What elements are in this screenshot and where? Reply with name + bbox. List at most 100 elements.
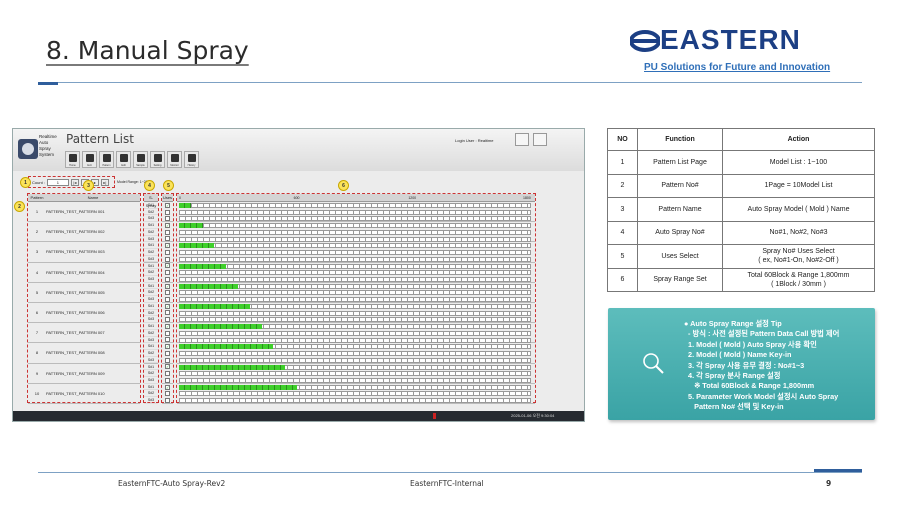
uses-checkbox[interactable] <box>165 357 170 363</box>
toolbar-history-button[interactable]: History <box>184 151 199 168</box>
uses-checkbox-cell: ✓ <box>162 242 173 249</box>
spray-range-track[interactable] <box>177 370 535 377</box>
slide-title: 8. Manual Spray <box>46 36 249 65</box>
spray-range-track[interactable] <box>177 310 535 317</box>
uses-checkbox-cell: ✓ <box>162 384 173 391</box>
uses-checkbox[interactable] <box>165 236 170 242</box>
spray-range-track[interactable] <box>177 364 535 371</box>
uses-checkbox[interactable] <box>165 371 170 377</box>
spray-label: S#3 <box>144 377 158 384</box>
uses-checkbox[interactable] <box>165 330 170 336</box>
uses-checkbox[interactable] <box>165 310 170 316</box>
uses-checkbox[interactable]: ✓ <box>165 263 170 269</box>
last-page-button[interactable]: ▸| <box>100 178 109 186</box>
spray-range-track[interactable] <box>177 390 535 397</box>
spray-range-track[interactable] <box>177 242 535 249</box>
toolbar-exit-button[interactable]: Exit <box>82 151 97 168</box>
spray-group: S#1 S#2 S#3 <box>144 343 158 364</box>
uses-checkbox[interactable] <box>165 296 170 302</box>
uses-checkbox[interactable]: ✓ <box>165 202 170 208</box>
range-track-bg <box>179 330 531 336</box>
uses-checkbox[interactable] <box>165 377 170 383</box>
toolbar-setting-button[interactable]: Setting <box>150 151 165 168</box>
key-icon[interactable] <box>533 133 547 146</box>
range-fill <box>179 203 191 208</box>
spray-range-track[interactable] <box>177 330 535 337</box>
spray-range-track[interactable] <box>177 323 535 330</box>
spray-range-track[interactable] <box>177 263 535 270</box>
toolbar-pattern-button[interactable]: Pattern <box>99 151 114 168</box>
function-table-cell: Spray No# Uses Select ( ex, No#1-On, No#… <box>722 244 875 269</box>
uses-checkbox[interactable] <box>165 256 170 262</box>
spray-range-track[interactable] <box>177 256 535 263</box>
uses-group: ✓ <box>162 384 173 404</box>
spray-range-track[interactable] <box>177 397 535 404</box>
spray-range-track[interactable] <box>177 236 535 243</box>
uses-checkbox[interactable] <box>165 391 170 397</box>
uses-checkbox[interactable]: ✓ <box>165 344 170 350</box>
spray-range-track[interactable] <box>177 303 535 310</box>
uses-checkbox[interactable]: ✓ <box>165 323 170 329</box>
table-row[interactable]: 2 PATTERN_TEST_PATTERN 002 <box>28 222 140 243</box>
spray-range-track[interactable] <box>177 249 535 256</box>
uses-checkbox[interactable] <box>165 270 170 276</box>
uses-checkbox[interactable]: ✓ <box>165 303 170 309</box>
uses-checkbox[interactable] <box>165 216 170 222</box>
toolbar-home-button[interactable]: Home <box>65 151 80 168</box>
table-row[interactable]: 1 PATTERN_TEST_PATTERN 001 <box>28 202 140 223</box>
toolbar-monitor-button[interactable]: Monitor <box>167 151 182 168</box>
range-group <box>177 303 535 324</box>
uses-checkbox[interactable] <box>165 337 170 343</box>
spray-range-track[interactable] <box>177 316 535 323</box>
uses-checkbox[interactable]: ✓ <box>165 384 170 390</box>
uses-checkbox[interactable] <box>165 249 170 255</box>
first-page-button[interactable]: |◂ <box>70 178 79 186</box>
toolbar-sample-button[interactable]: Sample <box>133 151 148 168</box>
uses-checkbox[interactable] <box>165 317 170 323</box>
spray-range-track[interactable] <box>177 384 535 391</box>
table-row[interactable]: 3 PATTERN_TEST_PATTERN 003 <box>28 242 140 263</box>
spray-range-track[interactable] <box>177 283 535 290</box>
spray-range-track[interactable] <box>177 337 535 344</box>
spray-range-track[interactable] <box>177 209 535 216</box>
uses-checkbox[interactable]: ✓ <box>165 283 170 289</box>
uses-checkbox[interactable] <box>165 290 170 296</box>
spray-range-track[interactable] <box>177 269 535 276</box>
table-row[interactable]: 9 PATTERN_TEST_PATTERN 009 <box>28 364 140 384</box>
spray-range-track[interactable] <box>177 377 535 384</box>
table-row[interactable]: 7 PATTERN_TEST_PATTERN 007 <box>28 323 140 344</box>
uses-checkbox[interactable]: ✓ <box>165 223 170 229</box>
spray-range-track[interactable] <box>177 343 535 350</box>
uses-checkbox[interactable] <box>165 397 170 403</box>
spray-label: S#2 <box>144 269 158 276</box>
spray-range-track[interactable] <box>177 350 535 357</box>
count-input[interactable]: 1 <box>46 178 69 186</box>
uses-checkbox[interactable]: ✓ <box>165 243 170 249</box>
tip-line: ● Auto Spray Range 설정 Tip <box>684 319 782 328</box>
table-row[interactable]: 4 PATTERN_TEST_PATTERN 004 <box>28 263 140 283</box>
spray-range-track[interactable] <box>177 296 535 303</box>
table-row[interactable]: 8 PATTERN_TEST_PATTERN 008 <box>28 343 140 364</box>
uses-checkbox[interactable] <box>165 350 170 356</box>
spray-range-track[interactable] <box>177 222 535 229</box>
range-track-bg <box>179 243 531 249</box>
table-row[interactable]: 6 PATTERN_TEST_PATTERN 006 <box>28 303 140 324</box>
spray-range-track[interactable] <box>177 229 535 236</box>
range-group <box>177 343 535 364</box>
spray-range-track[interactable] <box>177 202 535 209</box>
uses-checkbox[interactable] <box>165 229 170 235</box>
spray-range-track[interactable] <box>177 357 535 364</box>
spray-range-track[interactable] <box>177 215 535 222</box>
table-row[interactable]: 5 PATTERN_TEST_PATTERN 005 <box>28 283 140 303</box>
uses-checkbox[interactable] <box>165 209 170 215</box>
toolbar-edit-button[interactable]: Edit <box>116 151 131 168</box>
spray-range-track[interactable] <box>177 276 535 283</box>
spray-group: S#1 S#2 S#3 <box>144 263 158 283</box>
uses-checkbox-cell: ✓ <box>162 283 173 290</box>
uses-checkbox[interactable] <box>165 276 170 282</box>
user-icon[interactable] <box>515 133 529 146</box>
table-row[interactable]: 10 PATTERN_TEST_PATTERN 010 <box>28 384 140 404</box>
spray-label: S#2 <box>144 370 158 377</box>
uses-checkbox[interactable]: ✓ <box>165 364 170 370</box>
spray-range-track[interactable] <box>177 289 535 296</box>
